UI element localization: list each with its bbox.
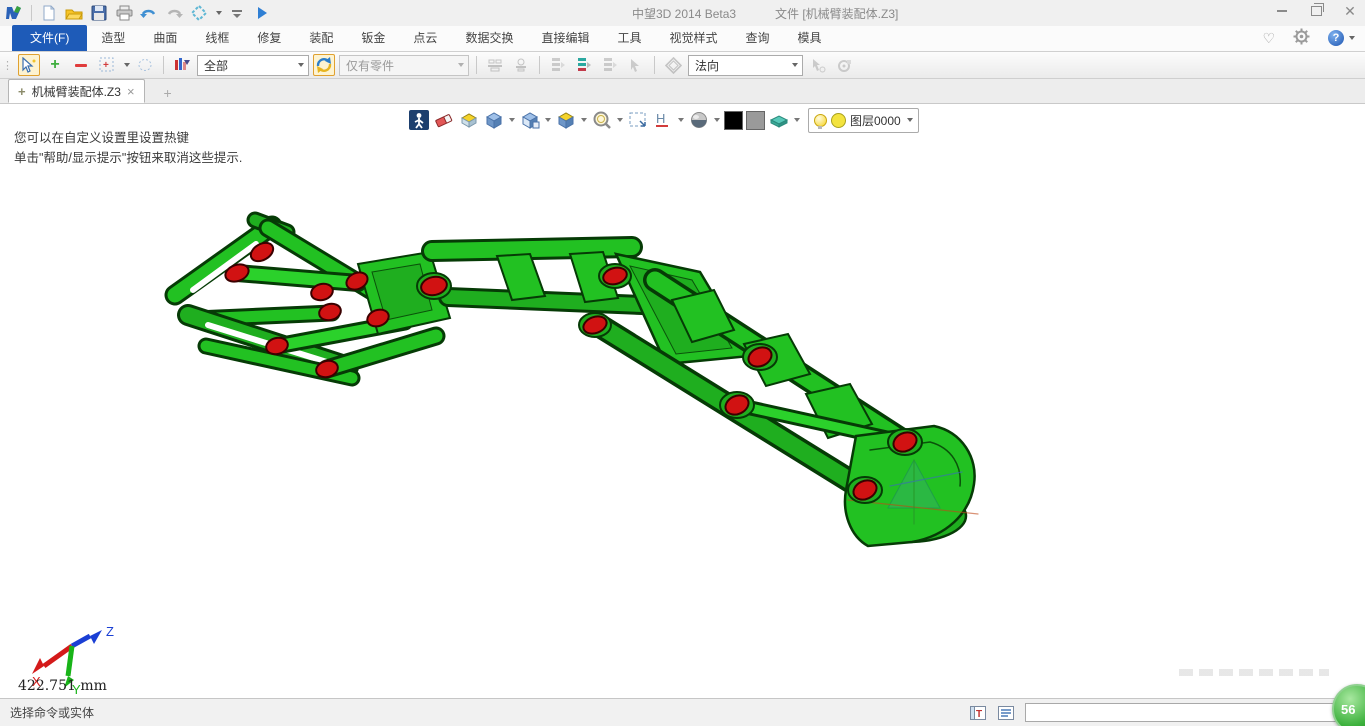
toolbar-grip-handle[interactable]: ⋮ <box>2 59 12 72</box>
pick-box-dropdown-caret[interactable] <box>124 63 130 67</box>
tab-dataexchange[interactable]: 数据交换 <box>451 25 527 51</box>
pick-from-list-icon[interactable] <box>807 54 829 76</box>
align-vertical-icon[interactable] <box>510 54 532 76</box>
regen-icon[interactable] <box>189 3 209 23</box>
filter-combo[interactable]: 全部 <box>197 55 309 76</box>
model-3d-assembly[interactable] <box>0 104 1365 698</box>
tab-shape[interactable]: 造型 <box>87 25 139 51</box>
help-icon[interactable]: ? <box>1328 30 1344 46</box>
quick-access-toolbar <box>0 3 272 23</box>
orientation-combo-value: 法向 <box>695 57 719 74</box>
app-title: 中望3D 2014 Beta3 <box>632 5 736 22</box>
help-control[interactable]: ? <box>1328 30 1355 46</box>
status-bar: 选择命令或实体 T <box>0 698 1365 726</box>
minimize-button[interactable] <box>1273 4 1291 18</box>
toolbar-separator <box>654 56 655 74</box>
toolbar-separator <box>163 56 164 74</box>
tab-close-icon[interactable]: × <box>127 84 135 99</box>
print-icon[interactable] <box>114 3 134 23</box>
pick-box-icon[interactable]: + <box>96 54 118 76</box>
tab-file[interactable]: 文件(F) <box>12 25 87 51</box>
regen-dropdown-caret[interactable] <box>216 11 222 15</box>
customize-toolbar-icon[interactable] <box>227 3 247 23</box>
tab-repair[interactable]: 修复 <box>243 25 295 51</box>
stack-filter-1-icon[interactable] <box>547 54 569 76</box>
scope-combo-caret <box>458 63 464 67</box>
tab-directedit[interactable]: 直接编辑 <box>527 25 603 51</box>
tab-tools[interactable]: 工具 <box>603 25 655 51</box>
status-message: 选择命令或实体 <box>0 704 94 721</box>
tab-prefix-icon: + <box>18 84 26 99</box>
tab-inquire[interactable]: 查询 <box>732 25 784 51</box>
orientation-diamond-icon[interactable] <box>662 54 684 76</box>
axis-z-label: Z <box>106 624 114 639</box>
tab-surface[interactable]: 曲面 <box>139 25 191 51</box>
tab-assembly[interactable]: 装配 <box>295 25 347 51</box>
command-input[interactable] <box>1025 703 1355 722</box>
save-icon[interactable] <box>89 3 109 23</box>
undo-icon[interactable] <box>139 3 159 23</box>
document-tab-label: 机械臂装配体.Z3 <box>32 83 121 100</box>
filter-combo-caret <box>298 63 304 67</box>
tab-sheetmetal[interactable]: 钣金 <box>347 25 399 51</box>
scope-combo-value: 仅有零件 <box>346 57 394 74</box>
command-prompt-toggle-icon[interactable]: T <box>969 705 987 721</box>
orientation-combo[interactable]: 法向 <box>688 55 803 76</box>
scope-combo[interactable]: 仅有零件 <box>339 55 469 76</box>
tab-visualstyle[interactable]: 视觉样式 <box>655 25 731 51</box>
close-button[interactable]: ✕ <box>1341 4 1359 18</box>
measurement-readout: 422.751 mm <box>18 678 107 694</box>
tab-wireframe[interactable]: 线框 <box>191 25 243 51</box>
pick-cursor-icon[interactable] <box>18 54 40 76</box>
select-last-icon[interactable] <box>625 54 647 76</box>
redo-icon[interactable] <box>164 3 184 23</box>
new-document-tab-button[interactable]: + <box>155 83 181 103</box>
document-tab-active[interactable]: + 机械臂装配体.Z3 × <box>8 79 145 103</box>
favorite-icon[interactable]: ♡ <box>1262 30 1275 47</box>
overlay-badge-count: 56 <box>1341 702 1355 717</box>
app-logo-icon[interactable] <box>4 3 24 23</box>
run-icon[interactable] <box>252 3 272 23</box>
title-bar: 中望3D 2014 Beta3 文件 [机械臂装配体.Z3] ✕ <box>0 0 1365 26</box>
orientation-combo-caret <box>792 63 798 67</box>
selection-toolbar: ⋮ + + 全部 仅有零件 <box>0 52 1365 79</box>
toolbar-separator <box>539 56 540 74</box>
settings-gear-icon[interactable] <box>1293 28 1310 48</box>
filter-icon[interactable] <box>171 54 193 76</box>
stack-filter-2-icon[interactable] <box>573 54 595 76</box>
lasso-icon[interactable] <box>134 54 156 76</box>
align-horizontal-icon[interactable] <box>484 54 506 76</box>
tab-pointcloud[interactable]: 点云 <box>399 25 451 51</box>
new-tab-plus-icon: + <box>163 85 171 101</box>
menu-tabs: 文件(F) 造型 曲面 线框 修复 装配 钣金 点云 数据交换 直接编辑 工具 … <box>0 25 836 51</box>
restore-button[interactable] <box>1307 4 1325 18</box>
watermark <box>1179 669 1329 676</box>
document-title: 文件 [机械臂装配体.Z3] <box>775 5 898 22</box>
svg-text:T: T <box>976 709 982 720</box>
add-selection-icon[interactable]: + <box>44 54 66 76</box>
zw3d-window: 中望3D 2014 Beta3 文件 [机械臂装配体.Z3] ✕ 文件(F) 造… <box>0 0 1365 726</box>
window-controls: ✕ <box>1273 4 1359 18</box>
stack-filter-3-icon[interactable] <box>599 54 621 76</box>
scope-swirl-icon[interactable] <box>313 54 335 76</box>
ribbon-right-controls: ♡ ? <box>1262 28 1355 48</box>
new-file-icon[interactable] <box>39 3 59 23</box>
svg-text:+: + <box>103 60 109 71</box>
qat-separator <box>31 5 32 21</box>
ribbon-tab-bar: 文件(F) 造型 曲面 线框 修复 装配 钣金 点云 数据交换 直接编辑 工具 … <box>0 26 1365 52</box>
output-panel-toggle-icon[interactable] <box>997 705 1015 721</box>
remove-selection-icon[interactable] <box>70 54 92 76</box>
filter-combo-value: 全部 <box>204 57 228 74</box>
graphics-canvas[interactable]: 您可以在自定义设置里设置热键 单击"帮助/显示提示"按钮来取消这些提示. <box>0 104 1365 698</box>
snap-settings-icon[interactable] <box>833 54 855 76</box>
status-right-controls: T <box>969 703 1355 722</box>
tab-mold[interactable]: 模具 <box>784 25 836 51</box>
toolbar-separator <box>476 56 477 74</box>
help-dropdown-caret[interactable] <box>1349 36 1355 40</box>
document-tab-bar: + 机械臂装配体.Z3 × + <box>0 79 1365 104</box>
open-file-icon[interactable] <box>64 3 84 23</box>
